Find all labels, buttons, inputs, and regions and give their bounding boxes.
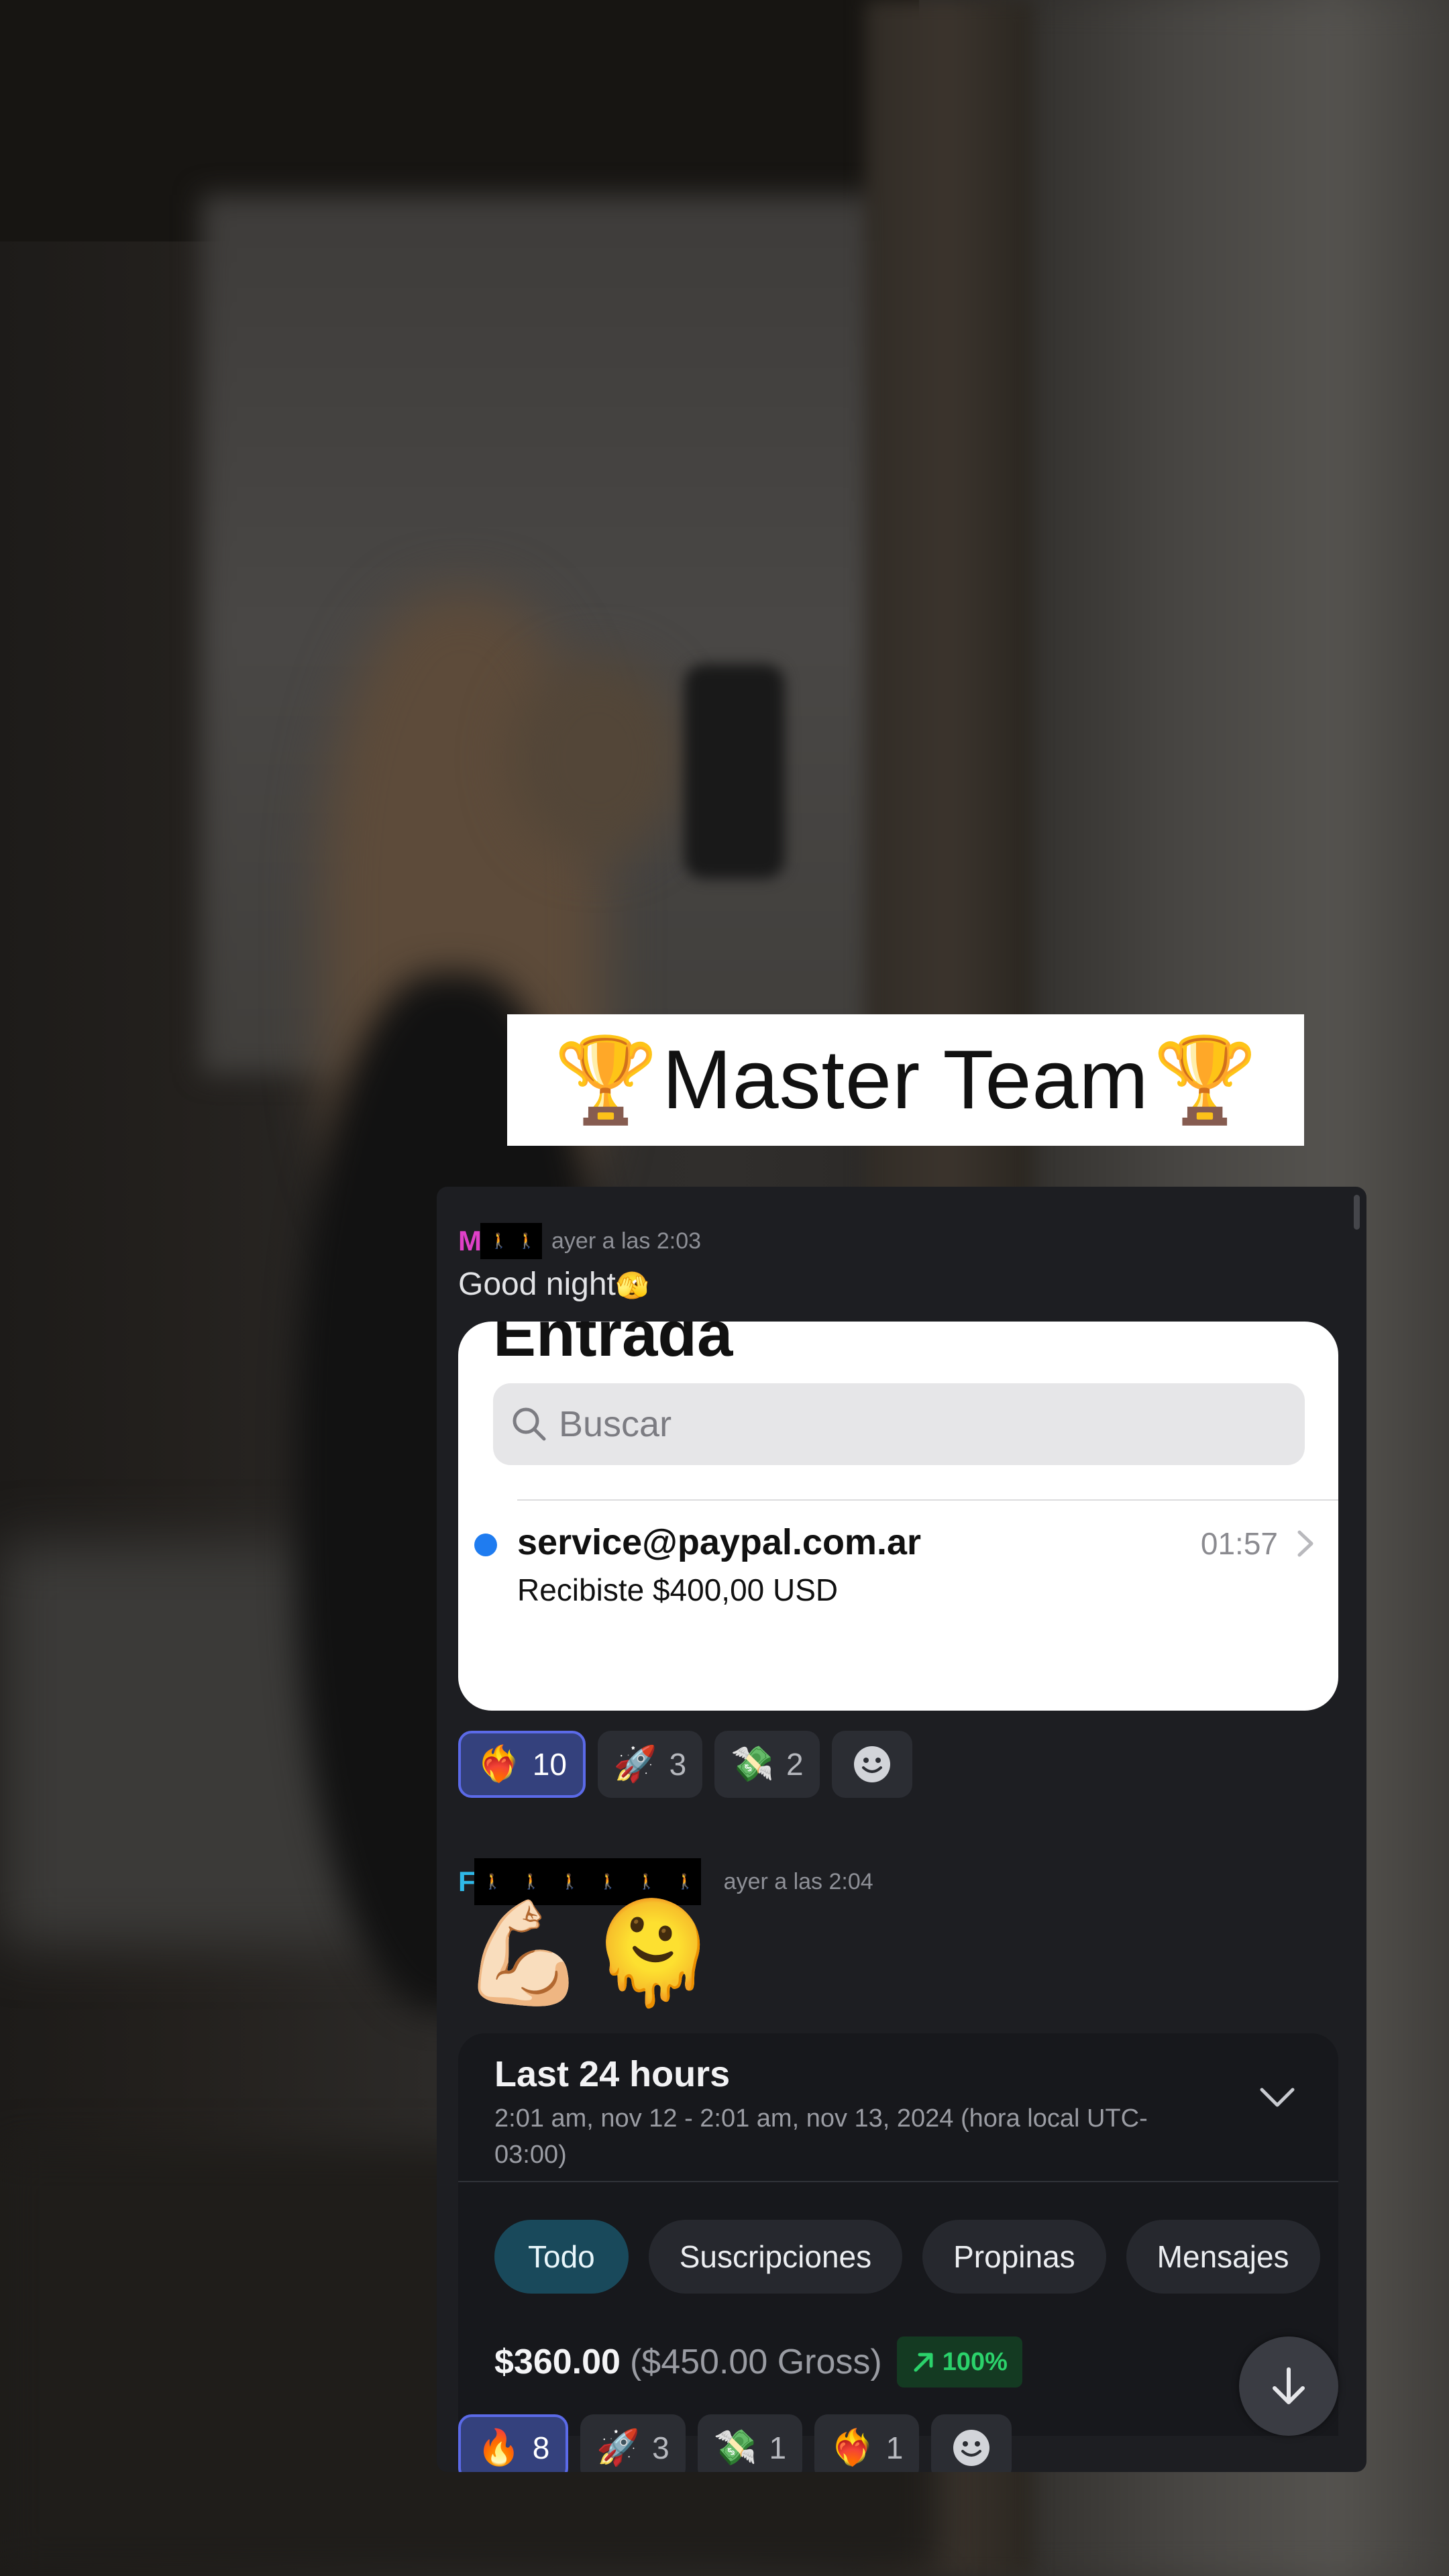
filter-chip-suscripciones: Suscripciones	[648, 2220, 903, 2294]
walker-icon: 🚶	[490, 1232, 508, 1250]
reaction-count: 10	[532, 1747, 567, 1782]
reaction-heart-on-fire[interactable]: ❤️‍🔥 10	[458, 1731, 586, 1798]
peeking-face-icon: 🫣	[615, 1271, 649, 1301]
fire-icon: 🔥	[477, 2428, 521, 2468]
reaction-money-wings[interactable]: 💸 2	[714, 1731, 820, 1798]
walker-icon: 🚶	[483, 1873, 502, 1890]
earnings-date-range: 2:01 am, nov 12 - 2:01 am, nov 13, 2024 …	[494, 2104, 1148, 2169]
reaction-rocket[interactable]: 🚀 3	[580, 2414, 686, 2472]
author-name[interactable]: M	[458, 1225, 482, 1257]
walker-icon: 🚶	[598, 1873, 618, 1890]
heart-on-fire-icon: ❤️‍🔥	[830, 2428, 874, 2468]
add-reaction-button[interactable]	[831, 1731, 912, 1798]
filter-chip-todo: Todo	[494, 2220, 629, 2294]
message-timestamp: ayer a las 2:04	[723, 1868, 873, 1894]
unread-dot-icon	[474, 1534, 497, 1556]
reaction-count: 3	[652, 2430, 669, 2465]
walker-icon: 🚶	[637, 1873, 656, 1890]
trophy-icon: 🏆	[553, 1031, 659, 1129]
reaction-heart-on-fire[interactable]: ❤️‍🔥 1	[814, 2414, 920, 2472]
search-icon	[513, 1407, 546, 1441]
money-with-wings-icon: 💸	[731, 1744, 775, 1784]
message-timestamp: ayer a las 2:03	[551, 1228, 702, 1254]
walker-icon: 🚶	[676, 1873, 695, 1890]
earnings-period-title: Last 24 hours	[494, 2054, 731, 2094]
trophy-icon: 🏆	[1152, 1031, 1258, 1129]
arrow-down-icon	[1273, 2367, 1305, 2404]
rocket-icon: 🚀	[613, 1744, 657, 1784]
reactions-row: ❤️‍🔥 10 🚀 3 💸 2	[458, 1731, 912, 1798]
reaction-count: 3	[669, 1747, 687, 1782]
email-preview: Recibiste $400,00 USD	[517, 1572, 839, 1607]
melting-face-icon: 🫠	[590, 1895, 716, 2012]
net-amount: $360.00	[494, 2343, 621, 2381]
search-placeholder: Buscar	[559, 1404, 672, 1444]
reaction-count: 1	[885, 2430, 904, 2465]
emoji-message: 💪🏻 🫠	[461, 1903, 716, 2004]
scrollbar-thumb[interactable]	[1354, 1195, 1360, 1230]
filter-chip-mensajes: Mensajes	[1126, 2220, 1320, 2294]
gross-amount: ($450.00 Gross)	[629, 2343, 882, 2381]
walker-icon: 🚶	[517, 1232, 536, 1250]
master-team-banner: 🏆 Master Team 🏆	[507, 1014, 1304, 1146]
author-name[interactable]: F	[458, 1866, 476, 1898]
reaction-count: 8	[532, 2430, 550, 2465]
add-reaction-icon	[853, 1746, 890, 1782]
scroll-to-bottom-button[interactable]	[1239, 2337, 1338, 2436]
image-attachment-inbox[interactable]: Entrada Buscar service@paypal.com.ar 01:…	[458, 1322, 1338, 1711]
growth-badge: 100%	[896, 2337, 1022, 2387]
reaction-count: 2	[786, 1747, 804, 1782]
walker-icon: 🚶	[522, 1873, 541, 1890]
email-time: 01:57	[1200, 1526, 1278, 1561]
flexed-biceps-icon: 💪🏻	[461, 1895, 586, 2012]
reactions-row: 🔥 8 🚀 3 💸 1 ❤️‍🔥 1	[458, 2414, 1012, 2472]
growth-percent: 100%	[942, 2347, 1008, 2376]
chevron-down-icon	[1260, 2088, 1295, 2107]
money-with-wings-icon: 💸	[713, 2428, 757, 2468]
divider	[458, 2181, 1338, 2182]
author-name-redaction: 🚶 🚶	[480, 1223, 542, 1259]
filter-chips: Todo Suscripciones Propinas Mensajes	[494, 2220, 1320, 2294]
heart-on-fire-icon: ❤️‍🔥	[477, 1744, 521, 1784]
filter-chip-propinas: Propinas	[922, 2220, 1106, 2294]
message-header: M 🚶 🚶 ayer a las 2:03	[458, 1223, 701, 1259]
earnings-totals: $360.00 ($450.00 Gross) 100%	[494, 2337, 1022, 2387]
chevron-right-icon	[1297, 1530, 1313, 1557]
email-sender: service@paypal.com.ar	[517, 1522, 921, 1562]
banner-title: Master Team	[662, 1034, 1149, 1126]
search-field: Buscar	[493, 1383, 1305, 1465]
reaction-rocket[interactable]: 🚀 3	[597, 1731, 703, 1798]
add-reaction-button[interactable]	[931, 2414, 1012, 2472]
reaction-money-wings[interactable]: 💸 1	[697, 2414, 803, 2472]
reaction-count: 1	[769, 2430, 787, 2465]
walker-icon: 🚶	[560, 1873, 579, 1890]
chat-panel[interactable]: M 🚶 🚶 ayer a las 2:03 Good night🫣 Entrad…	[437, 1187, 1366, 2472]
add-reaction-icon	[953, 2430, 990, 2466]
divider	[517, 1499, 1338, 1501]
message-text: Good night🫣	[458, 1267, 649, 1302]
arrow-up-right-icon	[914, 2353, 933, 2372]
image-attachment-earnings[interactable]: Last 24 hours 2:01 am, nov 12 - 2:01 am,…	[458, 2033, 1338, 2436]
rocket-icon: 🚀	[596, 2428, 641, 2468]
inbox-heading: Entrada	[493, 1322, 733, 1370]
reaction-fire[interactable]: 🔥 8	[458, 2414, 569, 2472]
